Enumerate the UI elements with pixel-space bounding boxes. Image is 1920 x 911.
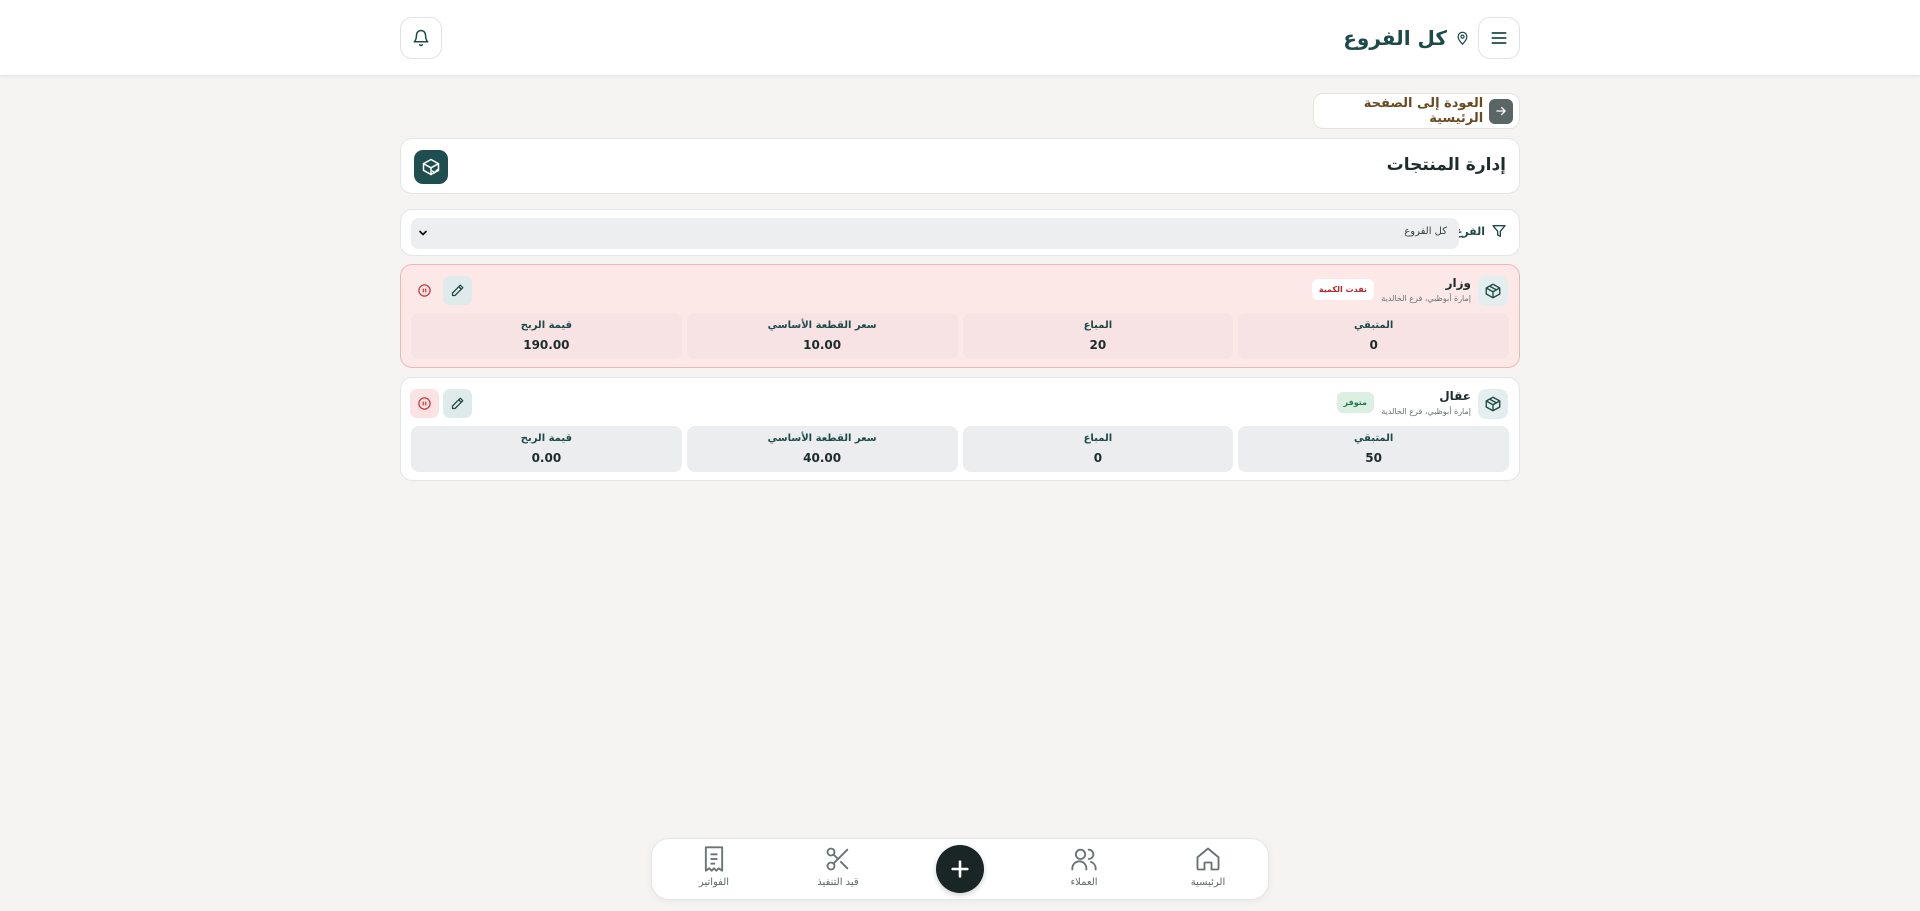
stat-label: المتبقي [1353,433,1394,444]
product-stats: المتبقي 50 المباع 0 سعر القطعة الأساسي 4… [411,426,1509,472]
menu-button[interactable] [1478,17,1520,59]
stat-value: 0 [1093,451,1103,465]
stat-base-price: سعر القطعة الأساسي 10.00 [686,313,958,359]
product-stats: المتبقي 0 المباع 20 سعر القطعة الأساسي 1… [411,313,1509,359]
edit-button[interactable] [443,276,472,305]
chevron-down-icon [419,230,427,236]
package-icon [1478,389,1508,419]
nav-customers[interactable]: العملاء [1034,845,1134,897]
add-button[interactable] [936,845,984,893]
stat-profit: قيمة الربح 0.00 [411,426,682,472]
map-pin-icon [1457,31,1468,45]
stat-value: 10.00 [803,338,842,352]
branch-filter-select[interactable]: كل الفروع [411,218,1459,249]
stat-value: 0.00 [531,451,562,465]
stat-label: المتبقي [1353,320,1394,331]
stat-value: 50 [1365,451,1382,465]
stat-remaining: المتبقي 0 [1238,313,1509,359]
status-badge: نفدت الكمية [1311,279,1374,300]
pause-circle-icon [418,284,431,297]
nav-invoices-label: الفواتير [698,877,730,888]
stat-base-price: سعر القطعة الأساسي 40.00 [686,426,958,472]
top-bar: كل الفروع [0,0,1920,76]
stat-sold: المباع 0 [962,426,1234,472]
filter-bar: الفرع كل الفروع [400,209,1520,256]
stat-value: 190.00 [523,338,570,352]
edit-button[interactable] [443,389,472,418]
home-icon [1196,847,1220,871]
pause-button[interactable] [410,389,439,418]
nav-in-progress[interactable]: قيد التنفيذ [788,845,888,897]
filter-label-group: الفرع [1455,223,1507,239]
product-name: وزار [1445,276,1471,290]
page-title: إدارة المنتجات [1386,155,1506,175]
pause-circle-icon [418,397,431,410]
bell-icon [413,29,429,47]
product-card: وزار إمارة أبوظبي، فرع الخالدية نفدت الك… [400,264,1520,368]
branch-title-text: كل الفروع [1343,26,1447,50]
menu-icon [1491,32,1507,44]
stat-sold: المباع 20 [962,313,1234,359]
product-card: عقال إمارة أبوظبي، فرع الخالدية متوفر ال… [400,377,1520,481]
branch-selector-title[interactable]: كل الفروع [1330,20,1470,56]
package-check-icon [414,150,448,184]
filter-label: الفرع [1454,224,1485,238]
filter-icon [1492,225,1506,237]
pencil-icon [451,397,464,410]
scissors-icon [826,847,849,871]
status-badge: متوفر [1336,392,1374,413]
nav-in-progress-label: قيد التنفيذ [817,877,859,888]
nav-customers-label: العملاء [1070,877,1098,888]
nav-invoices[interactable]: الفواتير [664,845,764,897]
pencil-icon [451,284,464,297]
stat-value: 20 [1089,338,1107,352]
stat-label: سعر القطعة الأساسي [767,433,877,444]
nav-home[interactable]: الرئيسية [1158,845,1258,897]
package-icon [1478,276,1508,306]
page-title-card: إدارة المنتجات [400,138,1520,194]
plus-icon [951,860,969,878]
stat-label: سعر القطعة الأساسي [767,320,877,331]
branch-filter-value: كل الفروع [1404,226,1447,237]
stat-profit: قيمة الربح 190.00 [411,313,682,359]
arrow-right-icon [1489,98,1513,124]
pause-button[interactable] [410,276,439,305]
product-branch: إمارة أبوظبي، فرع الخالدية [1381,294,1471,303]
stat-label: قيمة الربح [520,433,572,444]
stat-label: المباع [1083,320,1113,331]
stat-remaining: المتبقي 50 [1238,426,1509,472]
receipt-icon [704,846,724,872]
nav-home-label: الرئيسية [1190,877,1226,888]
product-name: عقال [1439,389,1471,403]
stat-value: 40.00 [803,451,842,465]
stat-label: المباع [1083,433,1113,444]
stat-label: قيمة الربح [520,320,572,331]
users-icon [1071,848,1097,871]
product-branch: إمارة أبوظبي، فرع الخالدية [1381,407,1471,416]
back-to-home-button[interactable]: العودة إلى الصفحة الرئيسية [1313,93,1520,129]
back-button-label: العودة إلى الصفحة الرئيسية [1363,96,1484,126]
stat-value: 0 [1369,338,1378,352]
notifications-button[interactable] [400,17,442,59]
